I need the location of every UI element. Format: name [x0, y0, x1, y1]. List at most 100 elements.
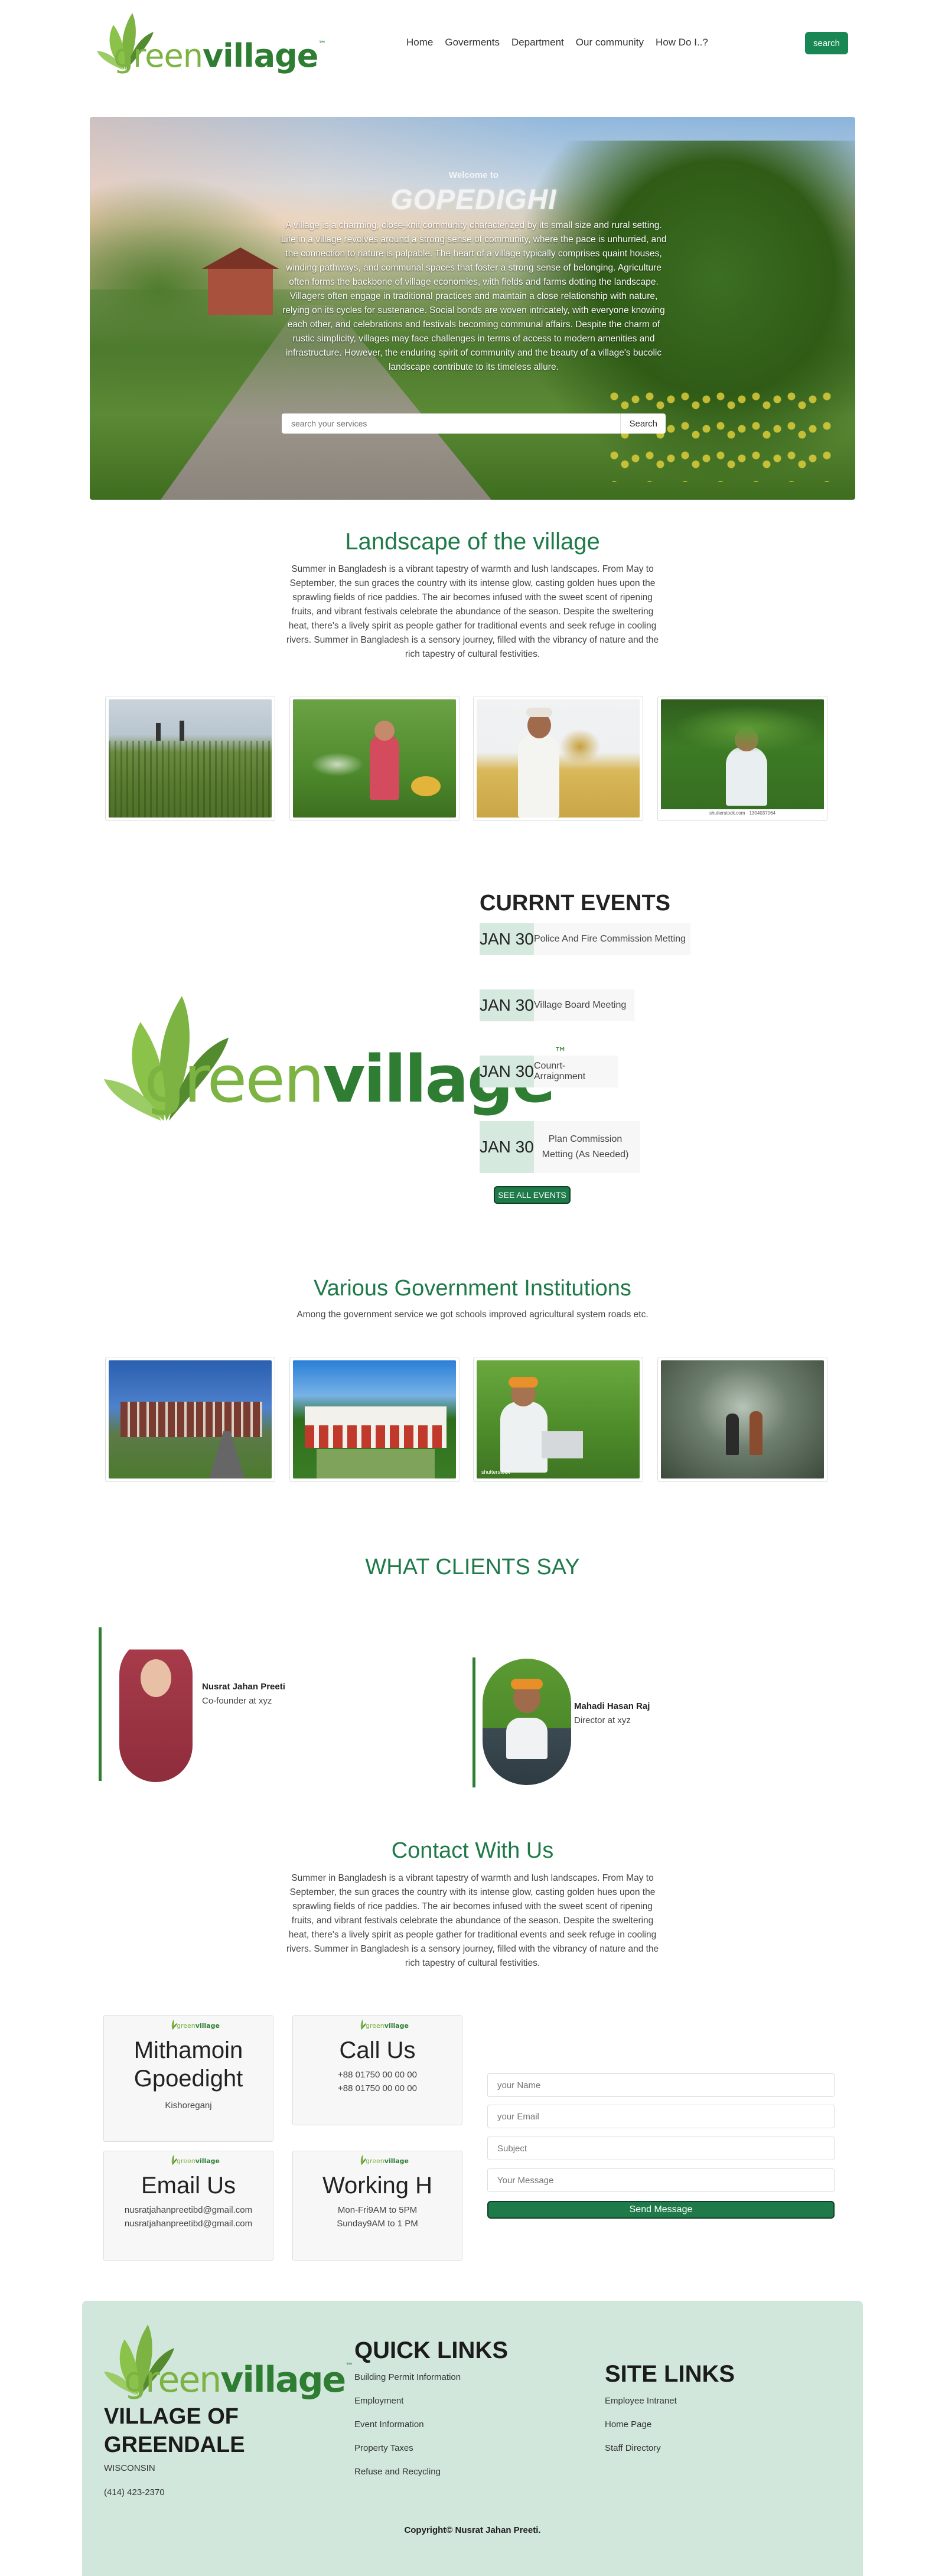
house-illustration	[202, 247, 279, 315]
contact-card-line: +88 01750 00 00 00	[338, 2083, 417, 2093]
logo-text-green: green	[366, 2157, 384, 2165]
landscape-text: Summer in Bangladesh is a vibrant tapest…	[286, 564, 659, 659]
footer-phone[interactable]: (414) 423-2370	[104, 2487, 165, 2497]
contact-card-line: Sunday9AM to 1 PM	[337, 2219, 418, 2229]
footer-link-employee-intranet[interactable]: Employee Intranet	[605, 2396, 677, 2406]
nav-item-governments[interactable]: Goverments	[445, 37, 500, 48]
contact-card-title: Working H	[322, 2173, 432, 2199]
testimonial-name: Mahadi Hasan Raj	[574, 1701, 650, 1711]
footer-state: WISCONSIN	[104, 2463, 155, 2473]
hero-title: GOPEDIGHI	[390, 184, 557, 216]
institution-photo-1	[105, 1357, 275, 1482]
email-field[interactable]	[487, 2105, 835, 2128]
contact-card-email: greenvillage Email Us nusratjahanpreetib…	[103, 2151, 273, 2261]
mini-logo: greenvillage	[356, 2018, 409, 2031]
logo-text-green: green	[177, 2022, 195, 2030]
footer-link-home-page[interactable]: Home Page	[605, 2419, 651, 2430]
testimonial-role: Director at xyz	[574, 1715, 631, 1725]
institution-photo-4	[657, 1357, 827, 1482]
message-field[interactable]	[487, 2168, 835, 2192]
institutions-title: Various Government Institutions	[314, 1276, 631, 1301]
landscape-photo-3	[473, 696, 643, 821]
contact-card-line: Kishoreganj	[165, 2100, 212, 2111]
footer-link-employment[interactable]: Employment	[354, 2396, 403, 2406]
landscape-photo-1	[105, 696, 275, 821]
event-date: JAN 30	[480, 923, 534, 955]
logo-text-green: green	[113, 37, 203, 74]
logo-text-green: green	[366, 2022, 384, 2030]
institution-photo-2	[289, 1357, 460, 1482]
testimonial-card: Nusrat Jahan Preeti Co-founder at xyz	[99, 1627, 406, 1782]
contact-card-title: Mithamoin Gpoedight	[133, 2037, 243, 2092]
mini-logo: greenvillage	[167, 2018, 220, 2031]
subject-field[interactable]	[487, 2137, 835, 2160]
contact-text: Summer in Bangladesh is a vibrant tapest…	[286, 1873, 659, 1968]
site-footer: greenvillage™ VILLAGE OF GREENDALE WISCO…	[82, 2301, 863, 2576]
landscape-photo-2	[289, 696, 460, 821]
footer-link-event-information[interactable]: Event Information	[354, 2419, 424, 2430]
site-header: greenvillage™ Home Goverments Department…	[0, 0, 945, 83]
event-name: Plan Commission Metting (As Needed)	[534, 1121, 640, 1173]
institutions-text: Among the government service we got scho…	[296, 1310, 649, 1320]
main-nav: Home Goverments Department Our community…	[406, 37, 720, 48]
logo-text-green: green	[177, 2157, 195, 2165]
photo-caption: shutterstock	[481, 1469, 510, 1475]
footer-link-staff-directory[interactable]: Staff Directory	[605, 2443, 661, 2453]
mini-logo: greenvillage	[356, 2154, 409, 2167]
logo-trademark: ™	[345, 2362, 353, 2371]
event-name: Police And Fire Commission Metting	[534, 923, 690, 955]
contact-card-call: greenvillage Call Us +88 01750 00 00 00 …	[292, 2015, 462, 2125]
event-date: JAN 30	[480, 1056, 534, 1087]
quick-links-title: QUICK LINKS	[354, 2337, 508, 2363]
logo-text-village: village	[202, 37, 318, 74]
testimonial-name: Nusrat Jahan Preeti	[202, 1682, 285, 1692]
name-field[interactable]	[487, 2073, 835, 2097]
hero-welcome: Welcome to	[449, 170, 498, 180]
contact-card-title: Email Us	[141, 2173, 236, 2199]
event-item[interactable]: JAN 30 Village Board Meeting	[480, 989, 634, 1021]
contact-card-title: Call Us	[339, 2037, 416, 2063]
footer-link-refuse-recycling[interactable]: Refuse and Recycling	[354, 2467, 441, 2477]
event-item[interactable]: JAN 30 Plan Commission Metting (As Neede…	[480, 1121, 640, 1173]
hero-search-bar: Search	[282, 413, 666, 434]
logo-text-village: village	[220, 2359, 346, 2401]
event-name: Counrt-Arraignment	[534, 1056, 618, 1087]
event-date: JAN 30	[480, 989, 534, 1021]
nav-item-how-do-i[interactable]: How Do I..?	[656, 37, 708, 48]
event-date: JAN 30	[480, 1121, 534, 1173]
logo-trademark: ™	[318, 40, 326, 49]
avatar	[483, 1659, 571, 1785]
testimonial-card: Mahadi Hasan Raj Director at xyz	[472, 1657, 780, 1787]
hero-search-input[interactable]	[282, 413, 621, 434]
nav-item-department[interactable]: Department	[511, 37, 564, 48]
footer-village-name: VILLAGE OF GREENDALE	[104, 2404, 245, 2457]
logo-text-green: green	[124, 2359, 221, 2401]
site-links-title: SITE LINKS	[605, 2361, 735, 2387]
header-search-button[interactable]: search	[805, 32, 848, 54]
footer-logo[interactable]: greenvillage™	[104, 2318, 353, 2401]
institution-photo-3: shutterstock	[473, 1357, 643, 1482]
send-message-button[interactable]: Send Message	[487, 2201, 835, 2219]
logo-text-village: village	[195, 2022, 220, 2030]
contact-card-line: +88 01750 00 00 00	[338, 2070, 417, 2080]
contact-card-line: nusratjahanpreetibd@gmail.com	[124, 2219, 253, 2229]
contact-card-line: Mon-Fri9AM to 5PM	[337, 2205, 418, 2215]
footer-link-building-permit[interactable]: Building Permit Information	[354, 2372, 461, 2382]
hero-search-button[interactable]: Search	[620, 413, 666, 434]
big-logo: greenvillage™	[104, 985, 567, 1121]
event-item[interactable]: JAN 30 Police And Fire Commission Mettin…	[480, 923, 690, 955]
hero-description: A village is a charming, close-knit comm…	[281, 220, 667, 372]
nav-item-community[interactable]: Our community	[576, 37, 644, 48]
nav-item-home[interactable]: Home	[406, 37, 433, 48]
see-all-events-button[interactable]: SEE ALL EVENTS	[494, 1186, 571, 1204]
event-item[interactable]: JAN 30 Counrt-Arraignment	[480, 1056, 618, 1087]
contact-card-hours: greenvillage Working H Mon-Fri9AM to 5PM…	[292, 2151, 462, 2261]
logo-text-village: village	[384, 2022, 409, 2030]
avatar	[119, 1638, 193, 1782]
landscape-title: Landscape of the village	[345, 529, 600, 555]
events-title: CURRNT EVENTS	[480, 891, 671, 916]
footer-link-property-taxes[interactable]: Property Taxes	[354, 2443, 413, 2453]
logo-text-green: green	[144, 1041, 325, 1117]
event-name: Village Board Meeting	[534, 989, 634, 1021]
hero-content: Welcome to GOPEDIGHI A village is a char…	[279, 170, 669, 374]
